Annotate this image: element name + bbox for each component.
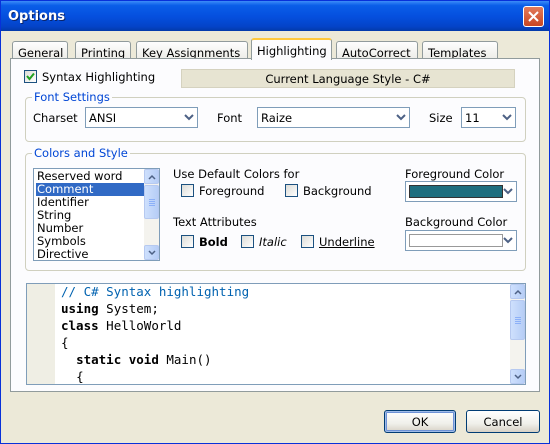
cancel-button[interactable]: Cancel — [466, 410, 540, 433]
code-preview[interactable]: // C# Syntax highlighting using System; … — [26, 283, 526, 385]
foreground-color-label: Foreground Color — [405, 167, 505, 181]
scroll-up-button[interactable] — [144, 169, 159, 184]
syntax-highlighting-label: Syntax Highlighting — [42, 70, 156, 84]
charset-value: ANSI — [89, 111, 117, 125]
chevron-down-icon — [503, 237, 513, 244]
syntax-highlighting-checkbox[interactable] — [24, 70, 37, 83]
size-dropdown[interactable]: 11 — [461, 107, 516, 128]
font-value: Raize — [261, 111, 293, 125]
listbox-scrollbar[interactable] — [144, 169, 159, 260]
background-color-swatch — [409, 234, 503, 247]
check-icon — [26, 72, 35, 81]
scroll-down-button[interactable] — [144, 245, 159, 260]
code-text: Main() — [158, 352, 212, 367]
element-listbox[interactable]: Reserved word Comment Identifier String … — [33, 168, 160, 261]
colors-style-title: Colors and Style — [32, 146, 130, 160]
options-dialog: Options General Printing Key Assignments… — [0, 0, 550, 444]
bold-label: Bold — [199, 235, 228, 249]
italic-checkbox[interactable] — [241, 235, 254, 248]
scroll-down-button[interactable] — [510, 369, 525, 384]
code-text: System; — [98, 301, 159, 316]
background-color-dropdown[interactable] — [405, 230, 517, 251]
code-line: class HelloWorld — [61, 318, 181, 335]
chevron-down-icon — [148, 250, 156, 256]
editor-gutter — [27, 284, 55, 384]
code-line: { — [61, 369, 84, 384]
default-foreground-checkbox[interactable] — [181, 184, 194, 197]
chevron-up-icon — [514, 289, 522, 295]
chevron-down-icon — [184, 114, 194, 121]
foreground-color-dropdown[interactable] — [405, 181, 517, 202]
bold-checkbox[interactable] — [181, 235, 194, 248]
editor-scrollbar[interactable] — [510, 284, 525, 384]
background-color-label: Background Color — [405, 215, 508, 229]
font-settings-title: Font Settings — [32, 90, 112, 104]
list-item[interactable]: Directive — [36, 248, 145, 261]
size-label: Size — [429, 111, 453, 125]
foreground-color-swatch — [409, 185, 503, 198]
chevron-up-icon — [148, 174, 156, 180]
font-dropdown[interactable]: Raize — [257, 107, 410, 128]
code-text: HelloWorld — [98, 318, 182, 333]
ok-button[interactable]: OK — [384, 410, 456, 433]
scroll-up-button[interactable] — [510, 284, 525, 299]
size-value: 11 — [465, 111, 480, 125]
italic-label: Italic — [259, 235, 287, 249]
chevron-down-icon — [514, 374, 522, 380]
keyword: class — [61, 318, 99, 333]
use-default-colors-label: Use Default Colors for — [173, 167, 300, 181]
default-background-checkbox[interactable] — [285, 184, 298, 197]
code-comment-line: // C# Syntax highlighting — [61, 284, 250, 299]
text-attributes-label: Text Attributes — [173, 215, 257, 229]
default-foreground-label: Foreground — [199, 184, 265, 198]
underline-checkbox[interactable] — [301, 235, 314, 248]
charset-label: Charset — [33, 111, 78, 125]
code-text: { — [76, 369, 84, 384]
font-label: Font — [217, 111, 243, 125]
chevron-down-icon — [503, 188, 513, 195]
scroll-thumb[interactable] — [144, 185, 159, 219]
chevron-down-icon — [396, 114, 406, 121]
keyword: using — [61, 301, 99, 316]
code-line: using System; — [61, 301, 159, 318]
scroll-thumb[interactable] — [510, 300, 525, 340]
code-line: static void Main() — [61, 352, 212, 369]
charset-dropdown[interactable]: ANSI — [85, 107, 198, 128]
underline-label: Underline — [319, 235, 375, 249]
keyword: void — [128, 352, 159, 367]
current-language-banner: Current Language Style - C# — [181, 69, 515, 88]
code-line: { — [61, 335, 69, 350]
keyword: static — [76, 352, 122, 367]
chevron-down-icon — [502, 114, 512, 121]
default-background-label: Background — [303, 184, 372, 198]
